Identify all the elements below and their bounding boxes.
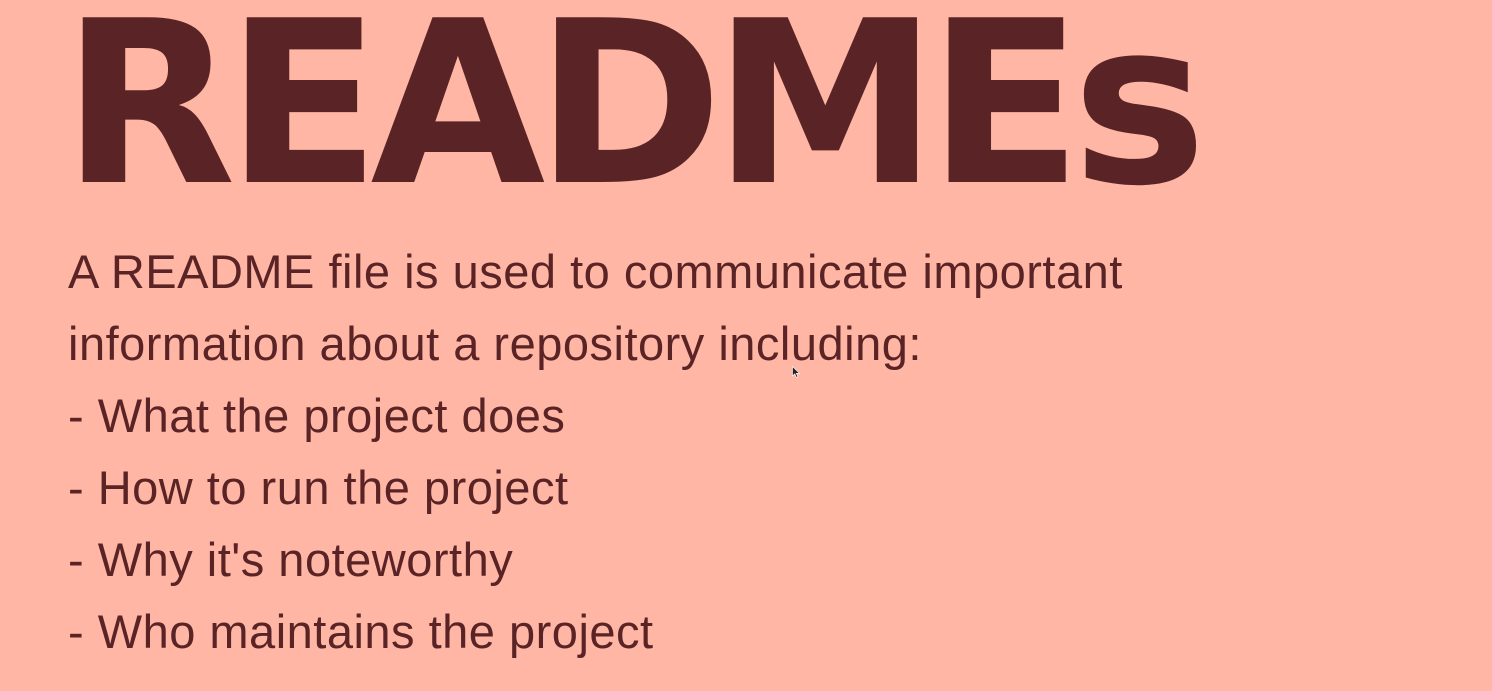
bullet-item-who: - Who maintains the project [68, 605, 654, 658]
intro-line-2: information about a repository including… [68, 317, 922, 370]
intro-line-1: A README file is used to communicate imp… [68, 245, 1123, 298]
bullet-item-how: - How to run the project [68, 461, 569, 514]
slide-title: READMEs [62, 0, 1207, 236]
bullet-item-why: - Why it's noteworthy [68, 533, 514, 586]
mouse-pointer-icon [792, 366, 800, 378]
slide: READMEs A README file is used to communi… [0, 0, 1492, 691]
slide-body: A README file is used to communicate imp… [68, 236, 1123, 668]
bullet-item-what: - What the project does [68, 389, 566, 442]
